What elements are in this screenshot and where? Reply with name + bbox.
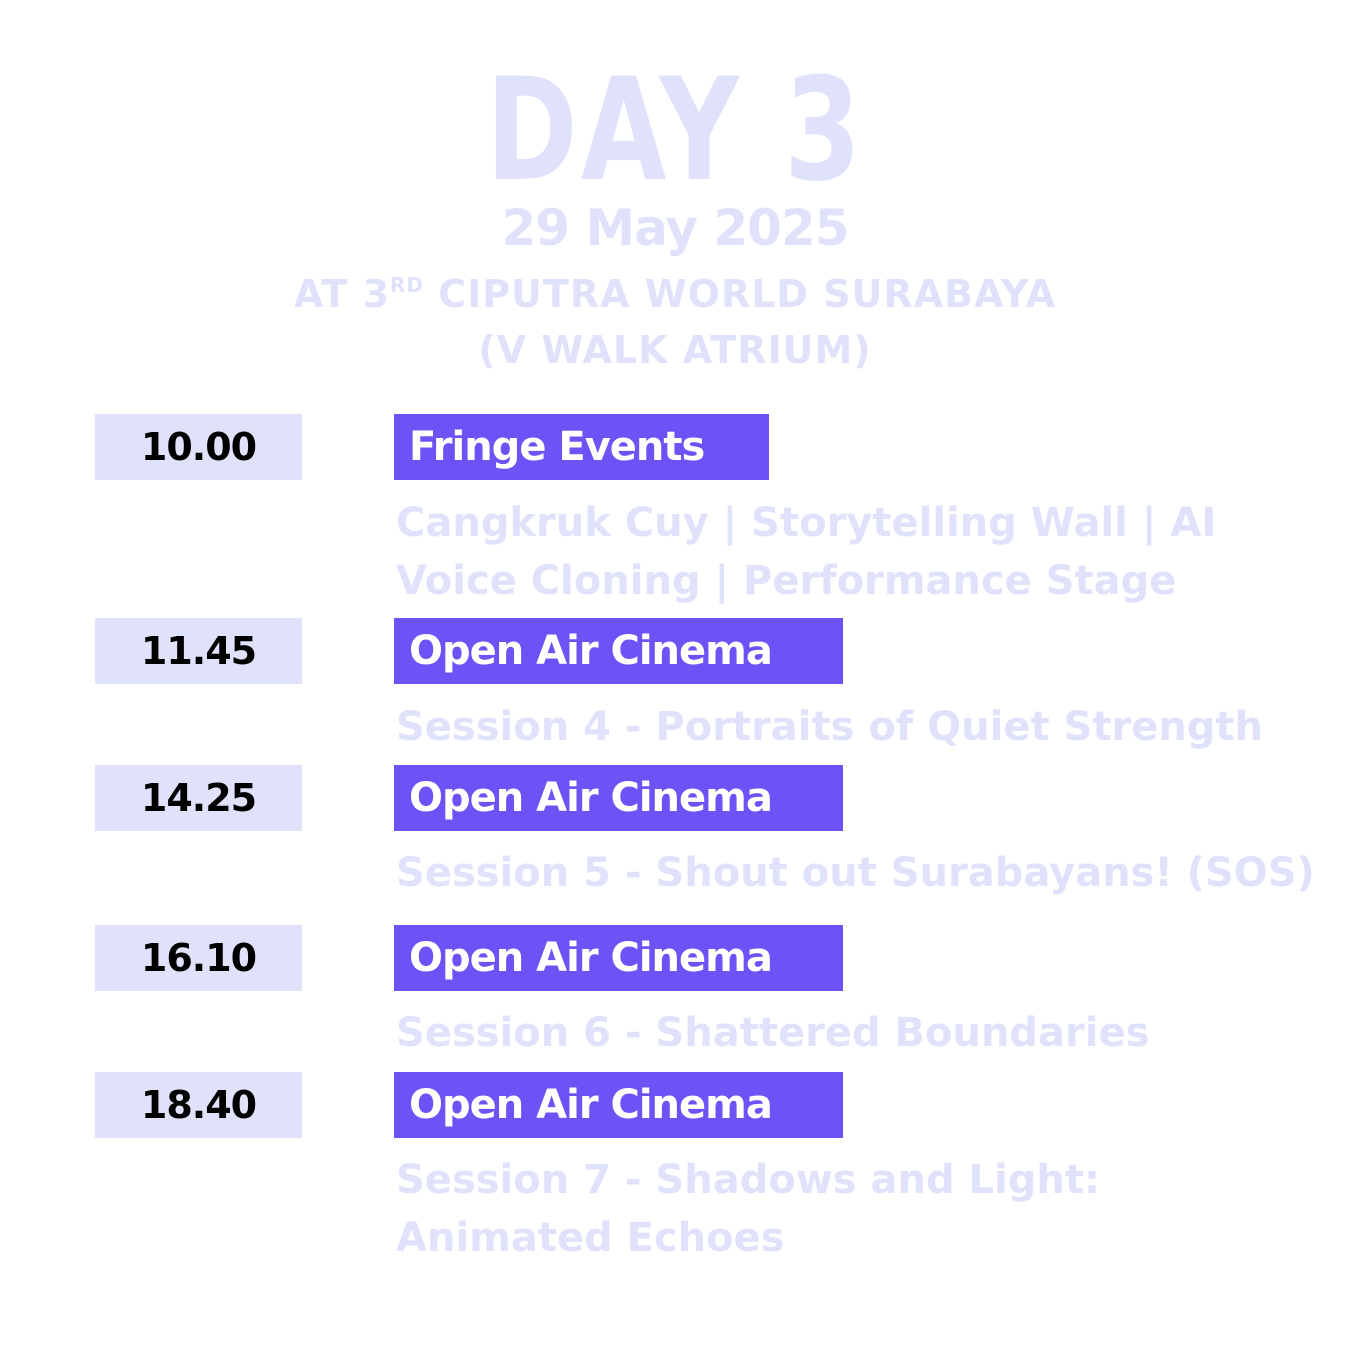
description-line: Session 7 - Shadows and Light:: [396, 1157, 1100, 1203]
description-line: Voice Cloning | Performance Stage: [396, 558, 1177, 604]
description-line: Session 4 - Portraits of Quiet Strength: [396, 704, 1264, 750]
time-badge: 18.40: [95, 1072, 302, 1138]
event-tag: Open Air Cinema: [394, 765, 843, 831]
description-line: Session 5 - Shout out Surabayans! (SOS): [396, 850, 1315, 896]
venue-line-2: (V WALK ATRIUM): [478, 328, 872, 372]
event-date: 29 May 2025: [501, 199, 849, 257]
time-badge: 14.25: [95, 765, 302, 831]
venue-suffix: CIPUTRA WORLD SURABAYA: [423, 272, 1057, 316]
event-description: Session 7 - Shadows and Light: Animated …: [396, 1151, 1341, 1267]
event-tag: Fringe Events: [394, 414, 769, 480]
event-description: Cangkruk Cuy | Storytelling Wall | AI Vo…: [396, 494, 1341, 610]
venue-line-1: AT 3RD CIPUTRA WORLD SURABAYA: [0, 268, 1350, 326]
event-tag: Open Air Cinema: [394, 925, 843, 991]
time-badge: 16.10: [95, 925, 302, 991]
time-badge: 11.45: [95, 618, 302, 684]
event-tag: Open Air Cinema: [394, 618, 843, 684]
venue-prefix: AT 3: [293, 272, 390, 316]
description-line: Cangkruk Cuy | Storytelling Wall | AI: [396, 500, 1217, 546]
event-description: Session 4 - Portraits of Quiet Strength: [396, 698, 1341, 756]
page-title: DAY 3: [485, 48, 865, 213]
time-badge: 10.00: [95, 414, 302, 480]
event-tag: Open Air Cinema: [394, 1072, 843, 1138]
event-description: Session 6 - Shattered Boundaries: [396, 1004, 1341, 1062]
description-line: Animated Echoes: [396, 1215, 785, 1261]
description-line: Session 6 - Shattered Boundaries: [396, 1010, 1150, 1056]
venue-superscript: RD: [389, 273, 424, 297]
event-description: Session 5 - Shout out Surabayans! (SOS): [396, 844, 1341, 902]
